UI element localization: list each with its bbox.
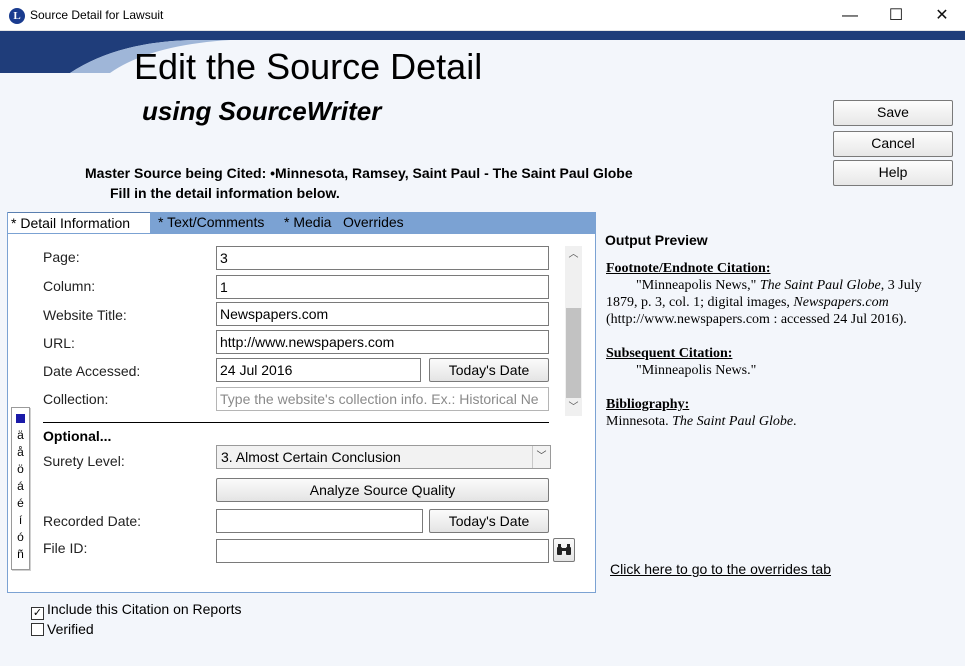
surety-level-value: 3. Almost Certain Conclusion: [221, 449, 401, 465]
app-logo-icon: L: [9, 8, 25, 24]
accent-char-button[interactable]: ó: [12, 530, 29, 544]
tab-detail-information[interactable]: * Detail Information: [8, 212, 150, 233]
chevron-down-icon[interactable]: ﹀: [532, 446, 550, 468]
scroll-down-icon[interactable]: ﹀: [565, 399, 582, 416]
cancel-button[interactable]: Cancel: [833, 131, 953, 157]
accent-char-button[interactable]: ö: [12, 462, 29, 476]
save-button[interactable]: Save: [833, 100, 953, 126]
maximize-button[interactable]: ☐: [873, 0, 919, 31]
title-bar: L Source Detail for Lawsuit — ☐ ✕: [0, 0, 965, 31]
footnote-website: Newspapers.com: [793, 295, 889, 310]
bibliography-title: The Saint Paul Globe: [672, 414, 794, 429]
column-field[interactable]: 1: [216, 275, 549, 299]
website-title-field[interactable]: Newspapers.com: [216, 302, 549, 326]
tab-media[interactable]: * Media: [281, 212, 334, 233]
include-on-reports-label: Include this Citation on Reports: [47, 601, 242, 617]
subsequent-citation: Subsequent Citation: "Minneapolis News.": [606, 345, 946, 379]
url-field[interactable]: http://www.newspapers.com: [216, 330, 549, 354]
file-id-label: File ID:: [43, 540, 88, 556]
include-on-reports-checkbox[interactable]: ✓: [31, 607, 44, 620]
date-accessed-label: Date Accessed:: [43, 363, 141, 379]
accent-char-button[interactable]: á: [12, 479, 29, 493]
date-accessed-field[interactable]: 24 Jul 2016: [216, 358, 421, 382]
file-id-field[interactable]: [216, 539, 549, 563]
verified-row[interactable]: Verified: [31, 621, 94, 637]
minimize-button[interactable]: —: [827, 0, 873, 31]
form-scrollbar[interactable]: ︿ ﹀: [565, 246, 582, 416]
accent-character-strip: ä å ö á é í ó ñ: [11, 407, 30, 570]
surety-level-label: Surety Level:: [43, 453, 125, 469]
verified-label: Verified: [47, 621, 94, 637]
collection-field[interactable]: Type the website's collection info. Ex.:…: [216, 387, 549, 411]
include-on-reports-row[interactable]: ✓ Include this Citation on Reports: [31, 601, 242, 620]
bibliography: Bibliography: Minnesota. The Saint Paul …: [606, 396, 946, 430]
bibliography-heading: Bibliography:: [606, 397, 690, 412]
section-divider: [43, 422, 549, 423]
accent-char-button[interactable]: é: [12, 496, 29, 510]
footnote-title: The Saint Paul Globe: [759, 278, 881, 293]
recorded-date-field[interactable]: [216, 509, 423, 533]
accent-char-button[interactable]: ä: [12, 428, 29, 442]
footnote-text: (http://www.newspapers.com : accessed 24…: [606, 312, 907, 327]
page-field[interactable]: 3: [216, 246, 549, 270]
scroll-thumb[interactable]: [566, 308, 581, 398]
page-label: Page:: [43, 249, 80, 265]
analyze-source-quality-button[interactable]: Analyze Source Quality: [216, 478, 549, 502]
recorded-date-label: Recorded Date:: [43, 513, 142, 529]
subsequent-text: "Minneapolis News.": [636, 363, 757, 378]
overrides-tab-link[interactable]: Click here to go to the overrides tab: [610, 561, 831, 577]
help-button[interactable]: Help: [833, 160, 953, 186]
accent-char-button[interactable]: ñ: [12, 547, 29, 561]
scroll-up-icon[interactable]: ︿: [565, 246, 582, 263]
verified-checkbox[interactable]: [31, 623, 44, 636]
subsequent-heading: Subsequent Citation:: [606, 346, 733, 361]
page-subtitle: using SourceWriter: [142, 96, 382, 126]
bibliography-text: Minnesota.: [606, 414, 673, 429]
binoculars-icon[interactable]: [553, 538, 575, 562]
column-label: Column:: [43, 278, 96, 294]
recorded-date-today-button[interactable]: Today's Date: [429, 509, 549, 533]
date-accessed-today-button[interactable]: Today's Date: [429, 358, 549, 382]
footnote-text: "Minneapolis News,": [636, 278, 760, 293]
accent-char-button[interactable]: å: [12, 445, 29, 459]
tab-overrides[interactable]: Overrides: [340, 212, 407, 233]
optional-heading: Optional...: [43, 428, 112, 444]
master-source-label: Master Source being Cited: •Minnesota, R…: [85, 165, 633, 181]
footnote-heading: Footnote/Endnote Citation:: [606, 261, 771, 276]
surety-level-select[interactable]: 3. Almost Certain Conclusion ﹀: [216, 445, 551, 469]
footnote-citation: Footnote/Endnote Citation: "Minneapolis …: [606, 260, 946, 328]
detail-panel: Page: 3 Column: 1 Website Title: Newspap…: [7, 233, 596, 593]
output-preview-title: Output Preview: [605, 232, 708, 248]
collection-label: Collection:: [43, 391, 109, 407]
tab-bar: * Detail Information * Text/Comments * M…: [7, 212, 596, 233]
url-label: URL:: [43, 335, 75, 351]
page-title: Edit the Source Detail: [134, 46, 483, 87]
tab-text-comments[interactable]: * Text/Comments: [155, 212, 267, 233]
close-button[interactable]: ✕: [919, 0, 965, 31]
website-title-label: Website Title:: [43, 307, 127, 323]
instruction-text: Fill in the detail information below.: [110, 185, 340, 201]
accent-char-button[interactable]: í: [12, 513, 29, 527]
window-title: Source Detail for Lawsuit: [30, 8, 164, 22]
bibliography-text: .: [793, 414, 797, 429]
strip-color-icon[interactable]: [16, 414, 25, 423]
